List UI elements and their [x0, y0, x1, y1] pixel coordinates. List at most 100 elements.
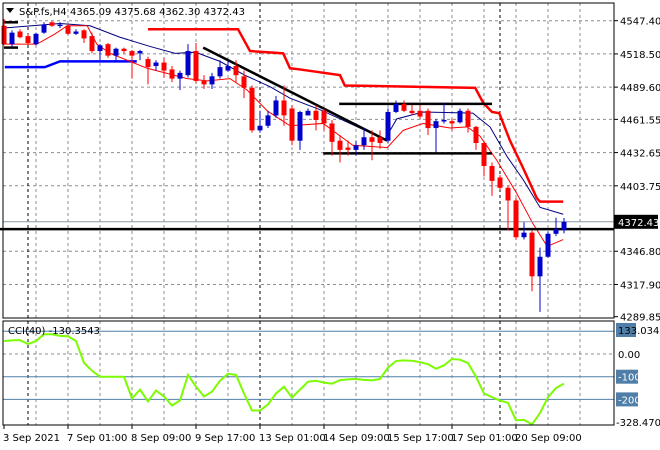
bear-candle: [169, 65, 175, 83]
bear-candle: [121, 47, 127, 54]
ohlc-readout: 4365.09 4375.68 4362.30 4372.43: [70, 7, 245, 18]
candle-body: [177, 72, 183, 79]
bull-candle: [545, 231, 551, 258]
bull-candle: [385, 108, 391, 143]
candle-body: [481, 142, 487, 166]
price-tick-label: 4432.65: [620, 149, 660, 160]
dropdown-triangle-icon[interactable]: [6, 8, 14, 13]
price-tick-label: 4489.60: [620, 83, 660, 94]
candle-body: [409, 110, 415, 114]
candle-body: [209, 76, 215, 85]
candle-body: [457, 110, 463, 123]
bear-candle: [17, 29, 23, 39]
bull-candle: [41, 22, 47, 34]
bear-candle: [481, 140, 487, 177]
bull-candle: [137, 49, 143, 61]
cci-level-label: -100: [618, 373, 641, 384]
time-label: 14 Sep 09:00: [323, 433, 390, 444]
cci-line: [3, 333, 565, 426]
candle-body: [441, 119, 447, 122]
bull-candle: [521, 222, 527, 240]
cci-pane[interactable]: [3, 330, 614, 426]
time-label: 20 Sep 09:00: [515, 433, 582, 444]
bear-candle: [249, 85, 255, 133]
candle-body: [113, 48, 119, 56]
bull-candle: [33, 32, 39, 46]
candle-body: [1, 25, 7, 45]
bear-candle: [425, 108, 431, 135]
price-pane-frame: [2, 2, 615, 319]
price-tick-label: 4346.80: [620, 247, 660, 258]
candle-body: [9, 32, 15, 45]
bear-candle: [497, 175, 503, 191]
candle-body: [105, 44, 111, 56]
price-tick-label: 4317.90: [620, 280, 660, 291]
bear-candle: [49, 21, 55, 27]
candle-body: [473, 126, 479, 143]
candle-body: [337, 140, 343, 150]
price-tick-label: 4547.40: [620, 17, 660, 28]
bear-candle: [417, 105, 423, 119]
bear-candle: [81, 29, 87, 43]
price-pane[interactable]: [0, 18, 614, 312]
bull-candle: [553, 217, 559, 237]
candle-body: [537, 256, 543, 277]
bear-candle: [505, 185, 511, 231]
bull-candle: [433, 118, 439, 153]
candle-body: [137, 51, 143, 54]
candle-body: [265, 115, 271, 126]
candle-body: [185, 51, 191, 76]
bull-candle: [441, 102, 447, 124]
bear-candle: [161, 57, 167, 78]
grid: [3, 3, 614, 425]
candle-body: [289, 108, 295, 141]
bear-candle: [513, 198, 519, 240]
current-price-label: 4372.43: [618, 218, 659, 229]
candle-body: [489, 165, 495, 181]
candle-body: [57, 24, 63, 27]
time-label: 7 Sep 01:00: [67, 433, 127, 444]
bull-candle: [305, 108, 311, 116]
candle-body: [233, 65, 239, 76]
bear-candle: [25, 33, 31, 46]
upper-channel-line: [148, 27, 564, 203]
bull-candle: [73, 29, 79, 35]
candle-body: [49, 22, 55, 26]
trading-chart[interactable]: 4547.40 4518.50 4489.60 4461.55 4432.65 4403.…: [0, 0, 660, 450]
candle-body: [273, 100, 279, 116]
candle-body: [305, 110, 311, 116]
candle-body: [497, 177, 503, 188]
candle-body: [449, 121, 455, 124]
candle-body: [513, 200, 519, 238]
candle-body: [401, 103, 407, 111]
cci-label: CCI(40) -130.3543: [8, 326, 100, 337]
cci-zero-label: 0.00: [618, 350, 640, 361]
candle-body: [249, 87, 255, 131]
candle-body: [25, 36, 31, 43]
time-label: 17 Sep 01:00: [451, 433, 518, 444]
candle-body: [369, 137, 375, 142]
candle-body: [561, 221, 567, 231]
candle-body: [121, 48, 127, 52]
bull-candle: [97, 44, 103, 61]
candle-body: [129, 51, 135, 56]
cci-bottom-label: -328.4701: [616, 418, 660, 429]
candle-body: [193, 51, 199, 81]
candle-body: [345, 147, 351, 150]
bear-candle: [329, 119, 335, 156]
bear-candle: [337, 134, 343, 163]
candle-body: [417, 110, 423, 117]
candle-body: [145, 59, 151, 68]
candle-body: [321, 110, 327, 124]
candle-body: [225, 65, 231, 71]
bull-candle: [537, 247, 543, 312]
candle-body: [425, 110, 431, 129]
cci-top-label: 133.0349: [618, 326, 660, 337]
price-tick-label: 4289.85: [620, 313, 660, 324]
candle-body: [81, 30, 87, 39]
candle-body: [521, 232, 527, 238]
bear-candle: [145, 56, 151, 85]
bear-candle: [409, 105, 415, 116]
time-label: 9 Sep 17:00: [195, 433, 255, 444]
cci-level-label: -200: [618, 395, 641, 406]
